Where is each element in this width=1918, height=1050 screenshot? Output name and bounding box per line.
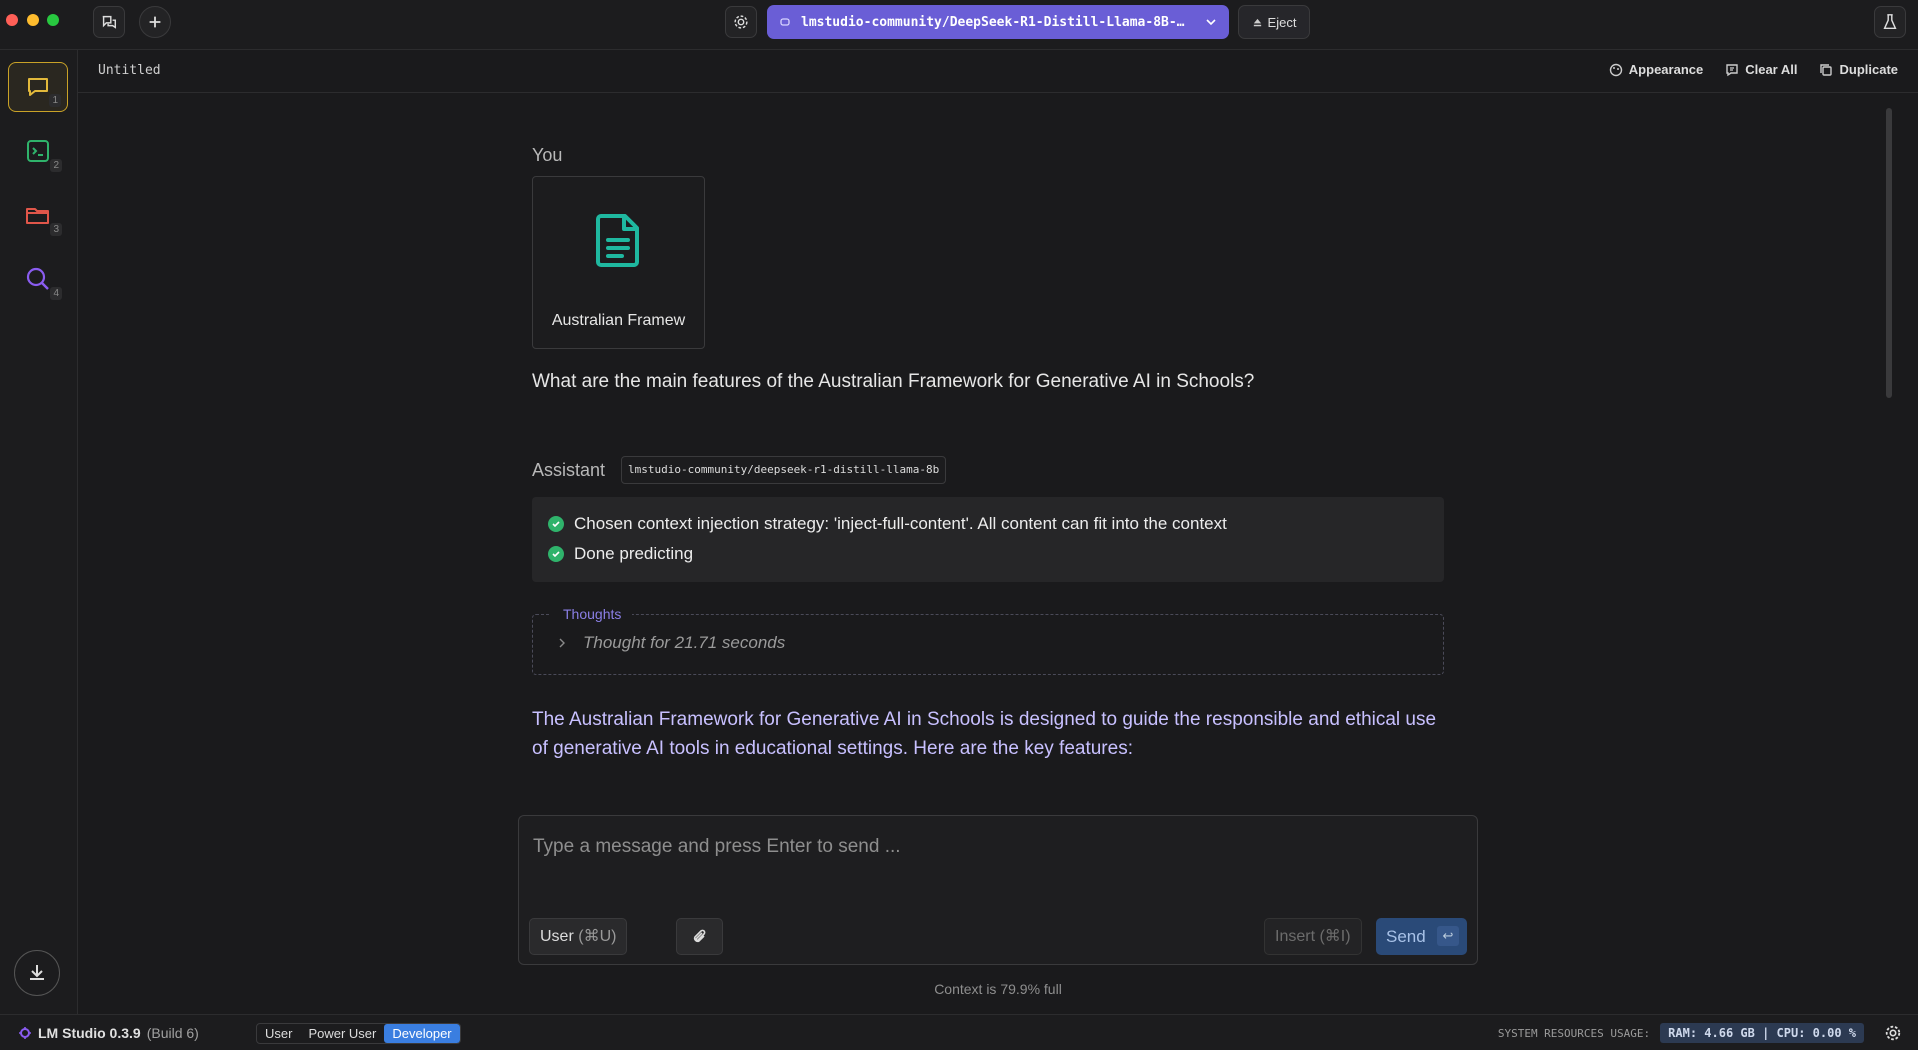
user-role-label: You: [532, 145, 563, 165]
chat-header: Untitled Appearance Clear All Duplicate: [78, 50, 1918, 93]
eject-button[interactable]: Eject: [1238, 5, 1310, 39]
download-icon: [30, 965, 44, 980]
model-settings-button[interactable]: [725, 6, 757, 38]
message-composer[interactable]: Type a message and press Enter to send .…: [518, 815, 1478, 965]
settings-gear-icon[interactable]: [1884, 1024, 1902, 1042]
chat-title[interactable]: Untitled: [98, 63, 161, 78]
minimize-window-button[interactable]: [27, 14, 39, 26]
status-row: Chosen context injection strategy: 'inje…: [548, 509, 1428, 539]
close-window-button[interactable]: [6, 14, 18, 26]
gear-icon: [734, 15, 748, 29]
sidebar-item-developer[interactable]: 2: [8, 126, 68, 176]
eject-label: Eject: [1267, 14, 1297, 30]
sidebar-number: 1: [49, 94, 61, 107]
chevron-right-icon[interactable]: [557, 637, 567, 649]
sidebar-number: 4: [50, 287, 62, 300]
assistant-model-tag: lmstudio-community/deepseek-r1-distill-l…: [621, 456, 947, 484]
sidebar-item-chat[interactable]: 1: [8, 62, 68, 112]
chat-scrollbar[interactable]: [1886, 108, 1892, 398]
lm-studio-logo-icon: [19, 1027, 31, 1039]
flask-icon: [1883, 14, 1897, 30]
generation-status: Chosen context injection strategy: 'inje…: [532, 497, 1444, 582]
user-message: What are the main features of the Austra…: [532, 371, 1255, 392]
status-text: Done predicting: [574, 544, 694, 563]
clear-all-button[interactable]: Clear All: [1725, 62, 1797, 77]
mode-power-user[interactable]: Power User: [300, 1024, 384, 1043]
check-icon: [548, 546, 564, 562]
sidebar-item-discover[interactable]: 4: [8, 254, 68, 304]
thoughts-summary: Thought for 21.71 seconds: [583, 633, 786, 652]
role-label: User: [540, 928, 574, 945]
copy-icon: [1820, 63, 1833, 76]
assistant-role-label: Assistant: [532, 460, 606, 480]
file-attachment[interactable]: Australian Framew: [532, 176, 705, 349]
chevron-down-icon: [1206, 19, 1216, 26]
document-icon: [596, 214, 639, 267]
insert-shortcut: (⌘I): [1319, 928, 1351, 945]
paperclip-icon: [693, 929, 705, 942]
thoughts-label: Thoughts: [551, 606, 633, 622]
clear-all-label: Clear All: [1745, 62, 1798, 77]
sidebar-number: 2: [50, 159, 62, 172]
eject-icon: [1253, 18, 1261, 26]
role-toggle-button[interactable]: User (⌘U): [529, 918, 628, 955]
model-picker[interactable]: lmstudio-community/DeepSeek-R1-Distill-L…: [767, 5, 1229, 39]
insert-label: Insert: [1275, 928, 1316, 945]
top-bar: lmstudio-community/DeepSeek-R1-Distill-L…: [0, 0, 1918, 50]
send-button[interactable]: Send ↩: [1376, 918, 1467, 955]
terminal-icon: [27, 140, 49, 162]
resources-value: RAM: 4.66 GB | CPU: 0.00 %: [1660, 1023, 1864, 1043]
resources-label: SYSTEM RESOURCES USAGE:: [1497, 1026, 1651, 1040]
maximize-window-button[interactable]: [47, 14, 59, 26]
plus-icon: [149, 16, 161, 28]
sidebar-number: 3: [50, 223, 62, 236]
build-number: (Build 6): [146, 1025, 199, 1041]
mode-switch: User Power User Developer: [256, 1023, 461, 1044]
assistant-answer: The Australian Framework for Generative …: [532, 709, 1437, 759]
sidebar: 1 2 3 4: [0, 50, 78, 1014]
message-input[interactable]: Type a message and press Enter to send .…: [533, 836, 901, 858]
duplicate-label: Duplicate: [1839, 62, 1898, 77]
context-usage-note: Context is 79.9% full: [934, 981, 1062, 997]
insert-button[interactable]: Insert (⌘I): [1264, 918, 1362, 955]
folder-icon: [26, 208, 49, 224]
labs-button[interactable]: [1874, 6, 1906, 38]
chat-history-button[interactable]: [93, 6, 125, 38]
chat-history-icon: [102, 15, 117, 29]
sidebar-item-my-models[interactable]: 3: [8, 190, 68, 240]
loaded-model-name: lmstudio-community/DeepSeek-R1-Distill-L…: [801, 14, 1185, 30]
enter-key-icon: ↩: [1437, 926, 1459, 946]
thoughts-panel[interactable]: Thoughts Thought for 21.71 seconds: [532, 606, 1444, 675]
chat-area: You Australian Framew What are the main …: [78, 93, 1918, 803]
search-icon: [26, 267, 49, 290]
model-icon: [780, 18, 790, 26]
palette-icon: [1609, 63, 1622, 76]
check-icon: [548, 516, 564, 532]
mode-developer[interactable]: Developer: [384, 1024, 460, 1043]
new-chat-button[interactable]: [139, 6, 171, 38]
app-name: LM Studio 0.3.9: [38, 1025, 141, 1041]
status-text: Chosen context injection strategy: 'inje…: [574, 514, 1227, 533]
status-bar: LM Studio 0.3.9 (Build 6) User Power Use…: [0, 1014, 1918, 1050]
send-label: Send: [1386, 927, 1426, 946]
appearance-button[interactable]: Appearance: [1609, 62, 1703, 77]
clear-chat-icon: [1726, 63, 1738, 76]
downloads-button[interactable]: [14, 950, 60, 996]
role-shortcut: (⌘U): [578, 928, 617, 945]
status-row: Done predicting: [548, 539, 1428, 569]
mode-user[interactable]: User: [257, 1024, 300, 1043]
app-version: LM Studio 0.3.9 (Build 6): [18, 1025, 199, 1041]
attach-file-button[interactable]: [676, 918, 723, 955]
chat-icon: [28, 78, 48, 96]
appearance-label: Appearance: [1628, 62, 1704, 77]
attachment-name: Australian Framew: [551, 312, 686, 329]
duplicate-button[interactable]: Duplicate: [1819, 62, 1898, 77]
system-resources[interactable]: SYSTEM RESOURCES USAGE: RAM: 4.66 GB | C…: [1498, 1023, 1864, 1043]
